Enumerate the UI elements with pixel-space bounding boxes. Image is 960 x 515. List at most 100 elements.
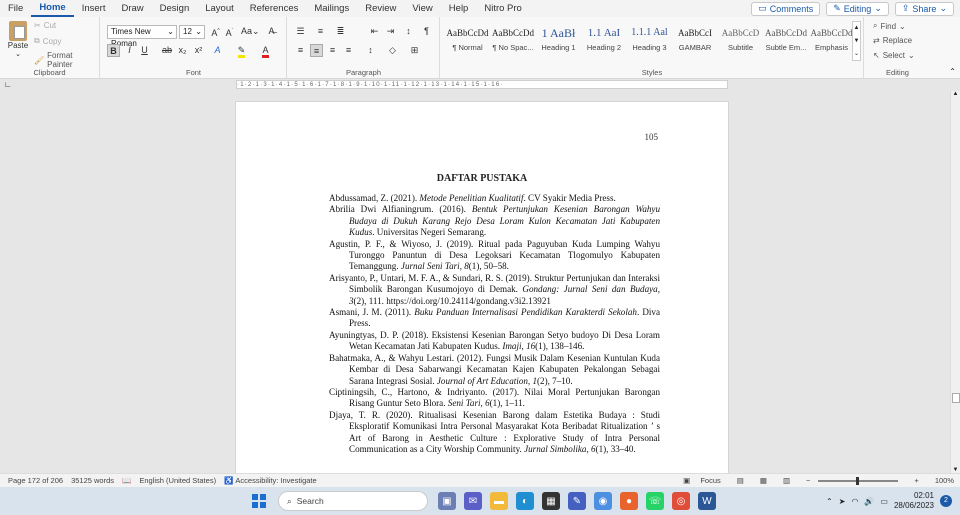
tab-design[interactable]: Design bbox=[152, 0, 198, 17]
highlight-icon[interactable]: ✎ bbox=[235, 44, 248, 58]
style-6[interactable]: AaBbCcI GAMBAR bbox=[673, 23, 718, 59]
tab-help[interactable]: Help bbox=[441, 0, 477, 17]
style-2[interactable]: AaBbCcDd ¶ No Spac... bbox=[491, 23, 536, 59]
editing-mode-button[interactable]: ✎ Editing ⌄ bbox=[826, 1, 889, 16]
format-painter-button[interactable]: 🖌 Format Painter bbox=[34, 51, 99, 69]
sort-icon[interactable]: ↕ bbox=[402, 25, 415, 38]
share-button[interactable]: ⇪ Share ⌄ bbox=[894, 1, 954, 16]
chevron-up-icon[interactable]: ⌃ bbox=[826, 497, 833, 506]
comments-button[interactable]: ▭ Comments bbox=[751, 1, 821, 16]
file-explorer-icon[interactable]: ▬ bbox=[490, 492, 508, 510]
page-count[interactable]: Page 172 of 206 bbox=[8, 476, 63, 485]
volume-icon[interactable]: 🔊 bbox=[864, 497, 874, 506]
battery-icon[interactable]: ▭ bbox=[880, 497, 888, 506]
line-spacing-icon[interactable]: ↕ bbox=[364, 44, 377, 57]
zoom-out-icon[interactable]: − bbox=[806, 476, 810, 485]
chrome-icon[interactable]: ◎ bbox=[672, 492, 690, 510]
focus-button[interactable]: ▣ Focus bbox=[675, 476, 721, 485]
clear-formatting-icon[interactable]: A̶ bbox=[265, 25, 278, 38]
justify-icon[interactable]: ≡ bbox=[342, 44, 355, 57]
windows-start-icon[interactable] bbox=[250, 492, 268, 510]
store-icon[interactable]: ▦ bbox=[542, 492, 560, 510]
clock[interactable]: 02:01 28/06/2023 bbox=[894, 491, 934, 511]
language-status[interactable]: English (United States) bbox=[139, 476, 216, 485]
tab-view[interactable]: View bbox=[404, 0, 440, 17]
read-mode-icon[interactable]: ▤ bbox=[737, 476, 744, 485]
camera-icon[interactable]: ◉ bbox=[594, 492, 612, 510]
style-1[interactable]: AaBbCcDd ¶ Normal bbox=[445, 23, 490, 59]
reference-list[interactable]: Abdussamad, Z. (2021). Metode Penelitian… bbox=[329, 193, 660, 455]
word-icon[interactable]: W bbox=[698, 492, 716, 510]
tab-home[interactable]: Home bbox=[31, 0, 74, 17]
font-color-icon[interactable]: A bbox=[259, 44, 272, 58]
shrink-font-button[interactable]: Aˇ bbox=[223, 25, 236, 38]
tab-file[interactable]: File bbox=[0, 0, 31, 17]
font-size-select[interactable]: 12 ⌄ bbox=[179, 25, 205, 39]
change-case-button[interactable]: Aa⌄ bbox=[241, 25, 260, 38]
notification-badge[interactable]: 2 bbox=[940, 495, 952, 507]
wifi-icon[interactable]: ◠ bbox=[851, 497, 858, 506]
subscript-button[interactable]: x₂ bbox=[176, 44, 189, 57]
tab-references[interactable]: References bbox=[242, 0, 307, 17]
find-button[interactable]: ⌕ Find ⌄ bbox=[873, 21, 906, 31]
tab-draw[interactable]: Draw bbox=[113, 0, 151, 17]
horizontal-ruler[interactable]: ·1·2·1·3·1·4·1·5·1·6·1·7·1·8·1·9·1·10·1·… bbox=[236, 80, 728, 89]
style-7[interactable]: AaBbCcD Subtitle bbox=[718, 23, 763, 59]
styles-scroll[interactable]: ▲ ▼ ⌄ bbox=[852, 21, 861, 61]
align-center-icon[interactable]: ≡ bbox=[310, 44, 323, 57]
increase-indent-icon[interactable]: ⇥ bbox=[384, 25, 397, 38]
cut-button[interactable]: ✂ Cut bbox=[34, 21, 56, 30]
scroll-up-icon[interactable]: ▲ bbox=[951, 91, 960, 97]
borders-icon[interactable]: ⊞ bbox=[408, 44, 421, 57]
numbering-icon[interactable]: ≡ bbox=[314, 25, 327, 38]
vertical-scrollbar[interactable]: ▲ ▼ bbox=[950, 91, 960, 473]
tab-review[interactable]: Review bbox=[357, 0, 404, 17]
zoom-level[interactable]: 100% bbox=[935, 476, 954, 485]
decrease-indent-icon[interactable]: ⇤ bbox=[368, 25, 381, 38]
italic-button[interactable]: I bbox=[123, 44, 136, 57]
proofing-icon[interactable]: 📖 bbox=[122, 476, 131, 485]
superscript-button[interactable]: x² bbox=[192, 44, 205, 57]
style-3[interactable]: 1 AaBł Heading 1 bbox=[536, 23, 581, 59]
word-count[interactable]: 35125 words bbox=[71, 476, 114, 485]
grow-font-button[interactable]: A^ bbox=[209, 25, 222, 38]
strikethrough-button[interactable]: ab bbox=[159, 44, 175, 57]
whatsapp-icon[interactable]: ☏ bbox=[646, 492, 664, 510]
zoom-slider[interactable] bbox=[818, 476, 899, 485]
accessibility-status[interactable]: Accessibility: Investigate bbox=[235, 476, 316, 485]
bold-button[interactable]: B bbox=[107, 44, 120, 57]
tab-selector-icon[interactable]: ∟ bbox=[4, 80, 12, 89]
task-view-icon[interactable]: ▣ bbox=[438, 492, 456, 510]
teams-icon[interactable]: ✉ bbox=[464, 492, 482, 510]
edge-icon[interactable]: ◐ bbox=[516, 492, 534, 510]
taskbar-search[interactable]: ⌕ Search bbox=[278, 491, 428, 511]
zoom-in-icon[interactable]: + bbox=[914, 476, 918, 485]
print-layout-icon[interactable]: ▦ bbox=[760, 476, 767, 485]
style-9[interactable]: AaBbCcDd Emphasis bbox=[809, 23, 854, 59]
collapse-ribbon-icon[interactable]: ⌃ bbox=[949, 67, 956, 76]
tab-layout[interactable]: Layout bbox=[197, 0, 242, 17]
document-page[interactable]: 105 DAFTAR PUSTAKA Abdussamad, Z. (2021)… bbox=[235, 101, 729, 473]
pen-app-icon[interactable]: ✎ bbox=[568, 492, 586, 510]
style-4[interactable]: 1.1 AaI Heading 2 bbox=[582, 23, 627, 59]
tab-nitro-pro[interactable]: Nitro Pro bbox=[476, 0, 529, 17]
tab-mailings[interactable]: Mailings bbox=[306, 0, 357, 17]
zoom-slider-knob[interactable] bbox=[856, 476, 860, 485]
tab-insert[interactable]: Insert bbox=[74, 0, 114, 17]
font-family-select[interactable]: Times New Roman ⌄ bbox=[107, 25, 177, 48]
paste-button[interactable]: Paste ⌄ bbox=[6, 21, 30, 58]
multilevel-list-icon[interactable]: ≣ bbox=[334, 25, 347, 38]
bullets-icon[interactable]: ☰ bbox=[294, 25, 307, 38]
underline-button[interactable]: U bbox=[138, 44, 151, 57]
text-effects-icon[interactable]: A bbox=[211, 44, 224, 57]
copy-button[interactable]: ⧉ Copy bbox=[34, 36, 61, 46]
replace-button[interactable]: ⇄ Replace bbox=[873, 36, 912, 45]
firefox-icon[interactable]: ● bbox=[620, 492, 638, 510]
align-left-icon[interactable]: ≡ bbox=[294, 44, 307, 57]
location-icon[interactable]: ➤ bbox=[839, 497, 846, 506]
select-button[interactable]: ↖ Select ⌄ bbox=[873, 51, 915, 60]
style-5[interactable]: 1.1.1 Aal Heading 3 bbox=[627, 23, 672, 59]
style-8[interactable]: AaBbCcDd Subtle Em... bbox=[764, 23, 809, 59]
scrollbar-thumb[interactable] bbox=[952, 393, 960, 403]
shading-icon[interactable]: ◇ bbox=[386, 44, 399, 57]
